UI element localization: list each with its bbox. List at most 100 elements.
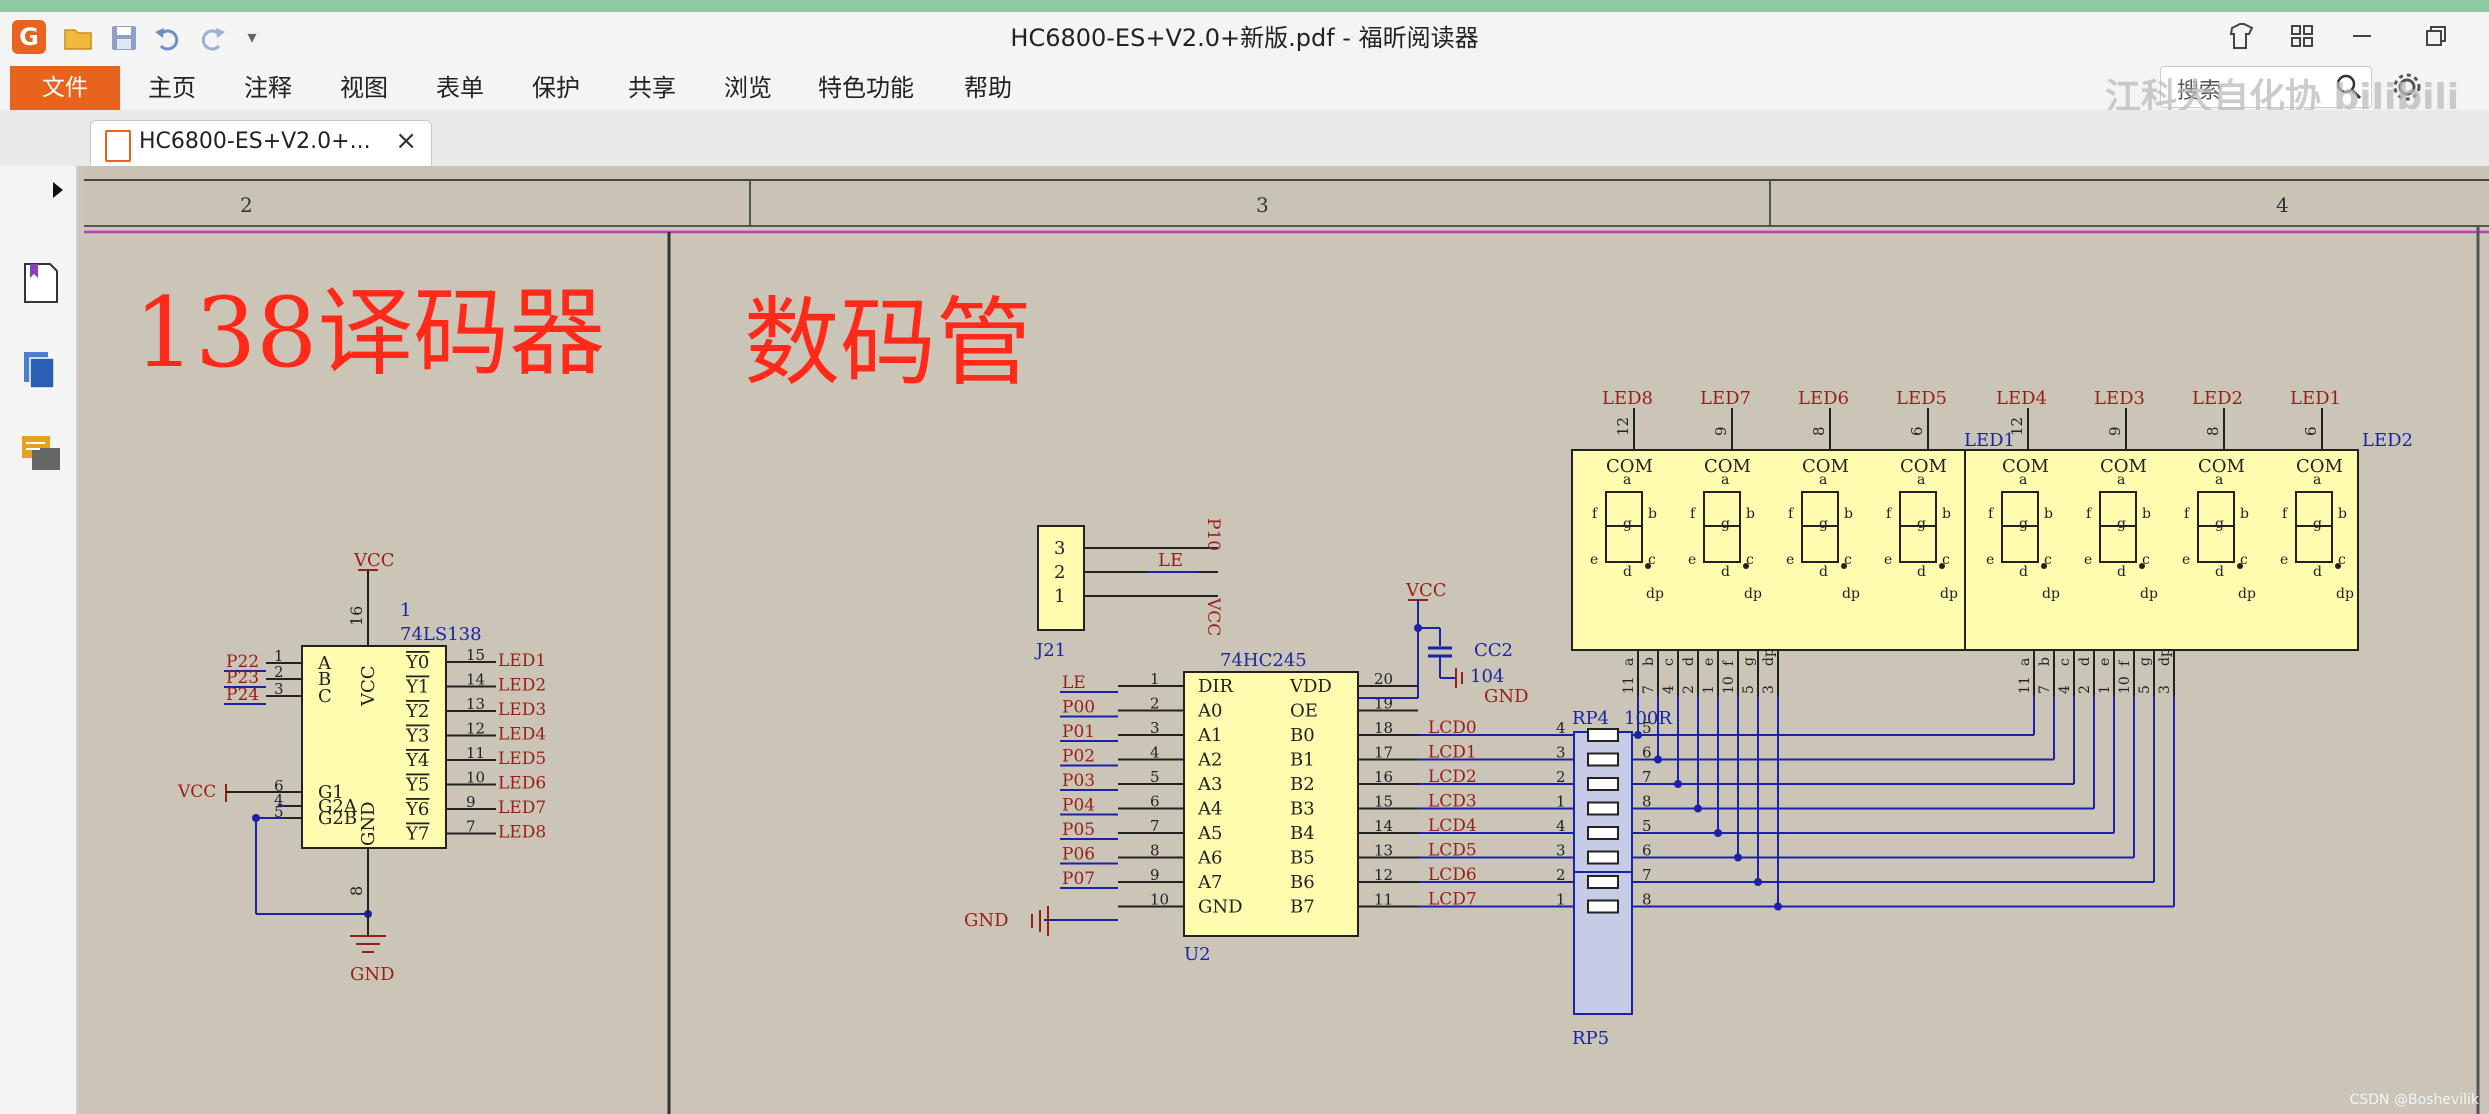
- menu-browse[interactable]: 浏览: [724, 66, 772, 110]
- cap-name: CC2: [1474, 640, 1513, 661]
- u2-right-pin: 20: [1374, 670, 1393, 688]
- seg-g: g: [1721, 516, 1730, 532]
- menu-view[interactable]: 视图: [340, 66, 388, 110]
- u2-right-label: B0: [1290, 725, 1315, 746]
- decoder-in-pin: 2: [274, 663, 284, 681]
- digit-dp-dot: [2335, 563, 2341, 569]
- top-accent-strip: [0, 0, 2489, 12]
- seg-b: b: [1942, 506, 1951, 522]
- seg-b: b: [1648, 506, 1657, 522]
- seg-g: g: [2215, 516, 2224, 532]
- u2-left-label: A3: [1197, 774, 1222, 795]
- display-bottom-pin: 2: [1681, 685, 1697, 694]
- u2-left-label: A7: [1197, 872, 1222, 893]
- module-label-2: LED2: [2362, 430, 2413, 451]
- close-icon[interactable]: ×: [395, 126, 417, 156]
- menu-special[interactable]: 特色功能: [818, 66, 914, 110]
- comments-icon[interactable]: [20, 434, 62, 480]
- display-bottom-letter: c: [1661, 658, 1677, 666]
- seg-dp: dp: [1940, 586, 1958, 602]
- seg-g: g: [2313, 516, 2322, 532]
- window-title: HC6800-ES+V2.0+新版.pdf - 福昕阅读器: [1010, 24, 1479, 52]
- u2-right-label: B6: [1290, 872, 1315, 893]
- pdf-page-canvas[interactable]: 2 3 4 138译码器 数码管 VCC 16 1 74LS138 VCC GN…: [78, 166, 2489, 1114]
- u2-left-net: P01: [1062, 722, 1095, 742]
- u2-right-pin: 15: [1374, 793, 1393, 811]
- menu-home[interactable]: 主页: [148, 66, 196, 110]
- decoder-title: 138译码器: [134, 277, 605, 389]
- display-bottom-letter: e: [1701, 658, 1717, 666]
- decoder-led-net: LED6: [498, 774, 546, 794]
- u2-left-label: A5: [1197, 823, 1222, 844]
- buffer-74hc245: 74HC245 U2 1 DIR LE 2 A0 P00 3 A1 P01 4 A2 P02 5 A3 P0…: [964, 650, 1574, 965]
- decoder-out-label: Y1: [405, 677, 429, 698]
- grid-icon[interactable]: [2282, 18, 2322, 54]
- menu-help[interactable]: 帮助: [964, 66, 1012, 110]
- resistor-element: [1587, 850, 1619, 865]
- minimize-icon[interactable]: [2342, 18, 2382, 54]
- decoder-out-pin: 9: [466, 793, 476, 811]
- seg-dp: dp: [2042, 586, 2060, 602]
- u2-right-pin: 11: [1374, 891, 1393, 909]
- seg-dp: dp: [1842, 586, 1860, 602]
- u2-right-label: VDD: [1289, 676, 1332, 697]
- decoder-designator: 1: [400, 600, 411, 621]
- bookmark-icon[interactable]: [22, 262, 60, 308]
- com-pin: 8: [2204, 426, 2222, 436]
- decoder-led-net: LED2: [498, 676, 546, 696]
- digit-dp-dot: [2237, 563, 2243, 569]
- j21-net-vcc: VCC: [1203, 597, 1223, 636]
- u2-right-pin: 13: [1374, 842, 1393, 860]
- menu-form[interactable]: 表单: [436, 66, 484, 110]
- com-pin: 6: [2302, 426, 2320, 436]
- display-led-net: LED3: [2094, 388, 2145, 409]
- digit-dp-dot: [1939, 563, 1945, 569]
- shirt-icon[interactable]: [2222, 18, 2262, 54]
- triangle-right-icon[interactable]: [50, 180, 66, 204]
- seg-dp: dp: [1744, 586, 1762, 602]
- decoder-part: 74LS138: [400, 624, 482, 645]
- decoder-74ls138: VCC 16 1 74LS138 VCC GND P22 1 AP23 2 BP24 3 C…: [177, 550, 546, 985]
- display-led-net: LED6: [1798, 388, 1849, 409]
- display-bottom-pin: 1: [2097, 685, 2113, 694]
- junction-dot: [1754, 878, 1762, 886]
- menu-file[interactable]: 文件: [10, 66, 120, 110]
- u2-right-pin: 17: [1374, 744, 1393, 762]
- decoder-chip-gnd: GND: [358, 801, 379, 846]
- decoder-pin8: 8: [347, 886, 366, 896]
- display-bottom-letter: b: [1641, 657, 1657, 666]
- u2-left-label: DIR: [1198, 676, 1234, 697]
- seg-dp: dp: [2238, 586, 2256, 602]
- document-tab[interactable]: HC6800-ES+V2.0+... ×: [90, 120, 432, 167]
- seg-b: b: [2142, 506, 2151, 522]
- pages-icon[interactable]: [22, 350, 60, 396]
- menu-annotate[interactable]: 注释: [244, 66, 292, 110]
- u2-right-label: B5: [1290, 848, 1315, 869]
- display-bottom-letter: g: [2137, 657, 2153, 666]
- u2-left-pin: 9: [1150, 866, 1160, 884]
- com-pin: 12: [1614, 417, 1632, 436]
- com-pin: 9: [1712, 426, 1730, 436]
- menu-protect[interactable]: 保护: [532, 66, 580, 110]
- junction-dot: [1654, 755, 1662, 764]
- resistor-element: [1587, 826, 1619, 840]
- digit-dp-dot: [1645, 563, 1651, 569]
- decoder-enable-label: G2B: [318, 808, 357, 829]
- display-bottom-pin: 3: [2157, 685, 2173, 694]
- pdf-file-icon: [105, 130, 131, 162]
- decoder-out-pin: 11: [466, 744, 485, 762]
- restore-icon[interactable]: [2416, 18, 2456, 54]
- decoder-out-pin: 7: [466, 818, 476, 836]
- menu-share[interactable]: 共享: [628, 66, 676, 110]
- decoder-out-label: Y4: [405, 750, 429, 771]
- seg-g: g: [1917, 516, 1926, 532]
- display-bottom-pin: 4: [2057, 685, 2073, 694]
- display-bottom-pin: 5: [2137, 685, 2153, 694]
- u2-left-net: P02: [1062, 747, 1095, 767]
- resistor-element: [1587, 801, 1619, 816]
- decoder-g1-vcc: VCC: [177, 782, 216, 802]
- seg-a: a: [2019, 472, 2027, 488]
- decoder-led-net: LED7: [498, 798, 546, 818]
- display-bottom-letter: f: [1721, 659, 1737, 666]
- resistor-element: [1587, 875, 1619, 889]
